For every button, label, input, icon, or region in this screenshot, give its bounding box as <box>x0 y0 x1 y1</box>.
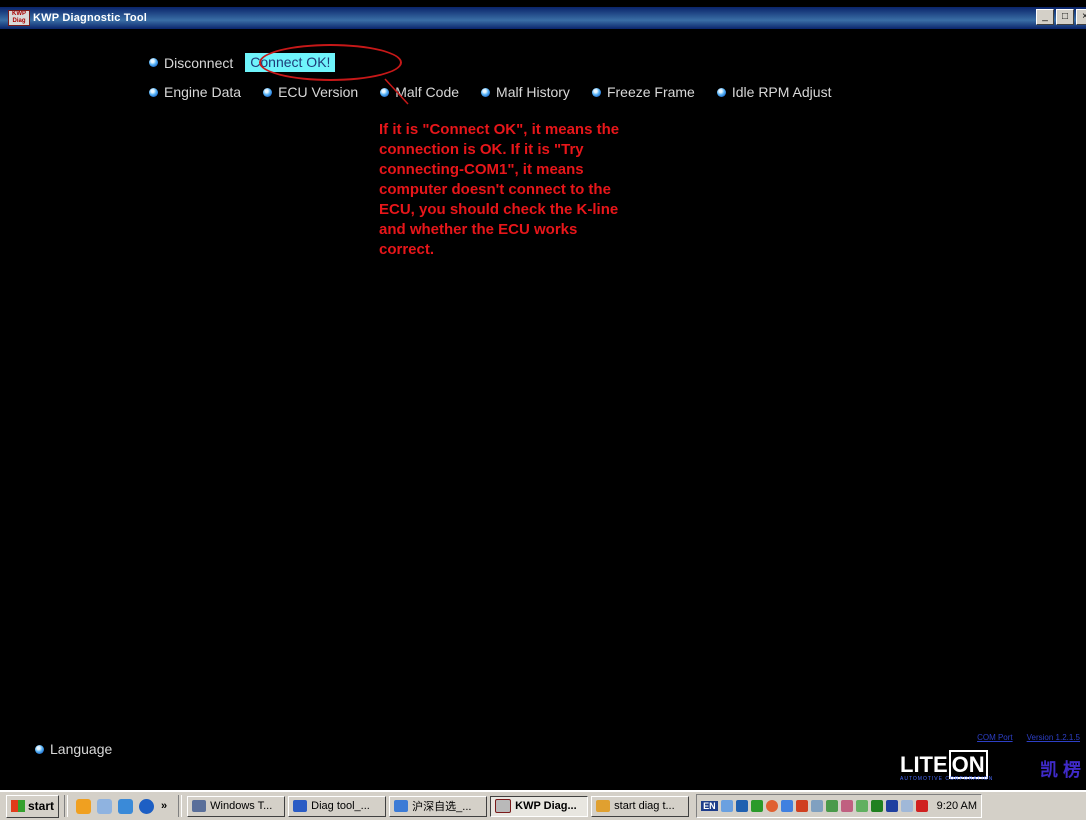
windows-logo-icon <box>11 800 25 812</box>
start-label: start <box>28 799 55 813</box>
taskbar-button-start-diag[interactable]: start diag t... <box>591 795 690 817</box>
quicklaunch-ie-icon[interactable] <box>139 798 155 814</box>
people-icon[interactable] <box>825 800 838 812</box>
update-icon[interactable] <box>780 800 793 812</box>
version-link[interactable]: Version 1.2.1.5 <box>1027 733 1080 742</box>
system-tray: EN 9:20 AM <box>696 794 983 818</box>
taskbar-button-label: 沪深自选_... <box>412 801 472 813</box>
quicklaunch-desktop-icon[interactable] <box>97 798 113 814</box>
logo-text-boxed: ON <box>948 750 988 779</box>
liteon-logo: LITEON AUTOMOTIVE CORPORATION 凯 楞 科 技 <box>900 750 1086 782</box>
taskbar-button-browser[interactable]: 沪深自选_... <box>389 795 488 817</box>
kwp-app-icon <box>495 799 512 813</box>
start-button[interactable]: start <box>6 794 60 818</box>
green-square-icon[interactable] <box>750 800 763 812</box>
antivirus-icon[interactable] <box>765 800 778 812</box>
taskbar-button-label: Diag tool_... <box>311 800 370 812</box>
annotation-text: If it is "Connect OK", it means the conn… <box>379 120 699 260</box>
annotation-line: If it is "Connect OK", it means the <box>379 121 620 138</box>
taskbar-button-label: Windows T... <box>210 800 273 812</box>
taskbar-button-label: start diag t... <box>614 800 675 812</box>
logo-text: LITE <box>900 752 948 777</box>
logo-chinese: 凯 楞 科 技 <box>1040 760 1086 780</box>
mail-icon[interactable] <box>915 800 928 812</box>
clock: 9:20 AM <box>936 800 978 812</box>
logo-subtitle: AUTOMOTIVE CORPORATION <box>900 776 994 782</box>
signal-icon[interactable] <box>870 800 883 812</box>
tool-icon[interactable] <box>840 800 853 812</box>
network-icon[interactable] <box>735 800 748 812</box>
annotation-line: computer doesn't connect to the <box>379 181 611 198</box>
annotation-line: connection is OK. If it is "Try <box>379 141 584 158</box>
language-label: Language <box>50 741 113 757</box>
annotation-line: ECU, you should check the K-line <box>379 201 619 218</box>
taskbar-button-windows-task[interactable]: Windows T... <box>187 795 286 817</box>
taskbar-button-diag-tool-doc[interactable]: Diag tool_... <box>288 795 387 817</box>
radio-bullet-icon <box>35 744 44 754</box>
leaf-icon[interactable] <box>855 800 868 812</box>
annotation-line: and whether the ECU works <box>379 221 578 238</box>
language-option[interactable]: Language <box>35 741 112 757</box>
annotation-line: correct. <box>379 241 435 258</box>
gear-icon[interactable] <box>795 800 808 812</box>
quicklaunch-browser-icon[interactable] <box>118 798 134 814</box>
windows-task-icon <box>192 800 207 812</box>
quicklaunch-clock-icon[interactable] <box>76 798 92 814</box>
taskbar-separator <box>178 795 183 817</box>
word-doc-icon <box>293 800 308 812</box>
com-port-link[interactable]: COM Port <box>977 733 1013 742</box>
taskbar: start » Windows T... Diag tool_... 沪深自选_… <box>0 790 1086 820</box>
footer-links: COM Port Version 1.2.1.5 <box>977 733 1080 742</box>
annotation-line: connecting-COM1", it means <box>379 161 584 178</box>
browser-icon <box>394 800 409 812</box>
monitor-icon[interactable] <box>900 800 913 812</box>
paint-icon <box>596 800 611 812</box>
taskbar-separator <box>64 795 69 817</box>
quicklaunch-chevron-icon[interactable]: » <box>161 800 167 812</box>
taskbar-button-label: KWP Diag... <box>515 800 577 812</box>
users-icon[interactable] <box>810 800 823 812</box>
taskbar-button-kwp-diag[interactable]: KWP Diag... <box>490 795 589 817</box>
volume-icon[interactable] <box>720 800 733 812</box>
battery-icon[interactable] <box>885 800 898 812</box>
language-indicator[interactable]: EN <box>701 801 718 811</box>
